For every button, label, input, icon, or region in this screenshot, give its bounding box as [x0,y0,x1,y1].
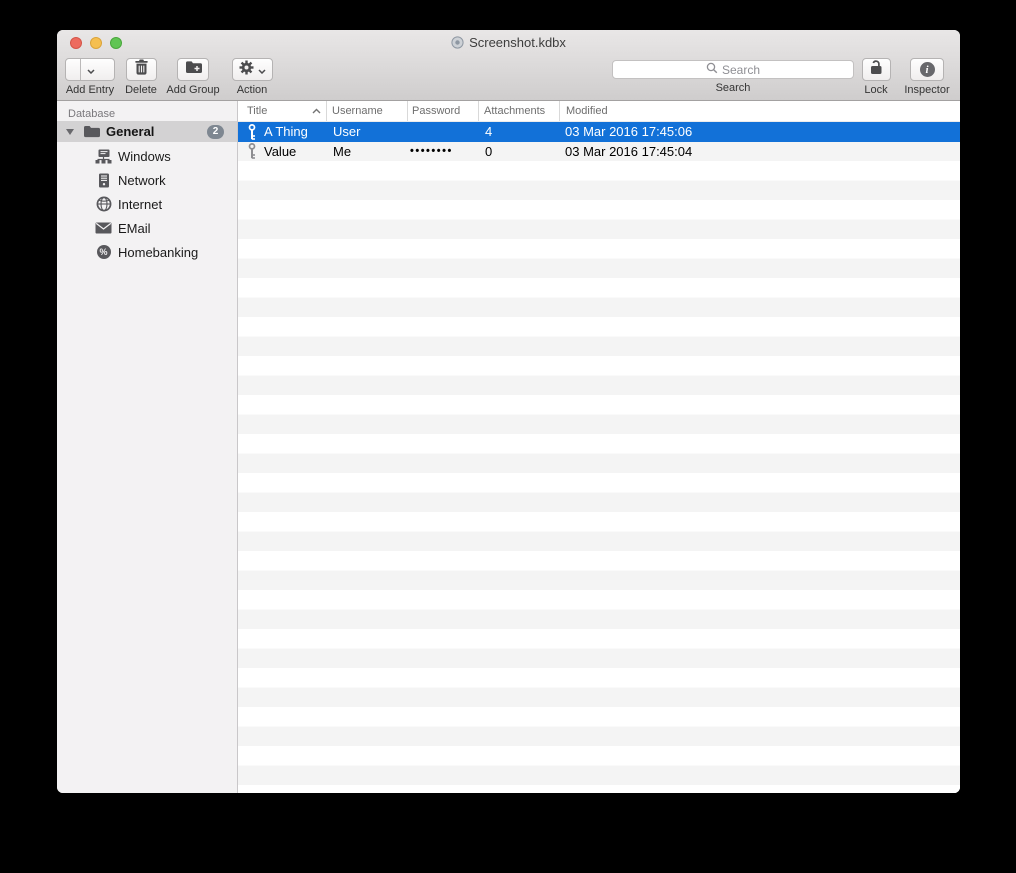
delete-item: Delete [123,58,159,96]
column-header-modified[interactable]: Modified [559,101,960,121]
inspector-label: Inspector [904,84,950,96]
table-row[interactable]: Value Me •••••••• 0 03 Mar 2016 17:45:04 [238,142,960,162]
entry-modified: 03 Mar 2016 17:45:04 [565,143,693,159]
info-circle-icon: i [919,62,935,77]
entry-table: Title Username Password Attachments Modi… [238,101,960,793]
lock-item: Lock [860,58,892,96]
add-entry-dropdown-segment[interactable] [80,59,100,80]
inspector-item: i Inspector [904,58,950,96]
sidebar-item-email[interactable]: EMail [57,216,237,240]
document-proxy-icon [451,36,464,49]
add-group-button[interactable] [177,58,209,81]
chevron-down-icon [86,61,95,79]
disclosure-triangle-icon[interactable] [66,128,74,135]
entry-password: •••••••• [410,145,453,158]
column-header-attachments[interactable]: Attachments [478,101,559,121]
sidebar-section-header: Database [68,108,116,120]
key-icon [247,123,257,140]
main-area: Database General 2 Windows Network Inter… [57,101,960,793]
envelope-icon [95,222,112,234]
sidebar-item-windows[interactable]: Windows [57,144,237,168]
lock-label: Lock [864,84,888,96]
column-header-username[interactable]: Username [326,101,407,121]
app-window: Screenshot.kdbx Add Entry Delete Add Gro… [57,30,960,793]
trash-icon [134,59,149,80]
folder-icon [83,125,100,138]
column-header-password[interactable]: Password [407,101,478,121]
sidebar-item-homebanking[interactable]: % Homebanking [57,240,237,264]
table-body: A Thing User 4 03 Mar 2016 17:45:06 Valu… [238,122,960,793]
titlebar: Screenshot.kdbx [57,35,960,50]
entry-count-badge: 2 [207,124,224,139]
search-placeholder: Search [721,62,761,77]
lock-button[interactable] [861,58,891,81]
window-header: Screenshot.kdbx Add Entry Delete Add Gro… [57,30,960,153]
gear-icon [239,60,254,80]
sort-ascending-icon [312,108,321,114]
sidebar-item-general[interactable]: General 2 [57,121,237,142]
sidebar-item-label: General [106,124,155,139]
window-title: Screenshot.kdbx [469,35,566,50]
search-input[interactable]: Search [612,60,854,79]
sidebar-item-label: EMail [118,220,151,236]
entry-attachments: 0 [485,143,493,159]
sidebar-item-label: Homebanking [118,244,199,260]
magnifier-icon [706,62,718,77]
sidebar-item-network[interactable]: Network [57,168,237,192]
sidebar-item-label: Internet [118,196,163,212]
search-item: Search Search [612,58,854,94]
sidebar: Database General 2 Windows Network Inter… [57,101,238,793]
add-group-label: Add Group [166,84,220,96]
folder-plus-icon [185,60,202,79]
entry-password [407,122,478,142]
column-header-title[interactable]: Title [238,101,326,121]
delete-label: Delete [125,84,157,96]
add-entry-button[interactable] [65,58,115,153]
table-row[interactable]: A Thing User 4 03 Mar 2016 17:45:06 [238,122,960,142]
sidebar-item-internet[interactable]: Internet [57,192,237,216]
entry-title: A Thing [264,124,308,140]
open-padlock-icon [869,59,883,80]
entry-title: Value [264,143,297,159]
action-button[interactable] [231,58,273,81]
chevron-down-icon [257,61,266,79]
entry-attachments: 4 [485,124,493,140]
key-icon [247,143,257,160]
delete-button[interactable] [125,58,157,81]
entry-username: Me [333,143,352,159]
add-group-item: Add Group [162,58,224,96]
sidebar-children: Windows Network Internet EMail % Homeban… [57,144,237,264]
network-server-icon [95,173,112,188]
add-entry-label: Add Entry [65,84,115,96]
search-label: Search [715,82,751,94]
table-header: Title Username Password Attachments Modi… [238,101,960,122]
windows-icon [95,149,112,164]
entry-username: User [333,124,361,140]
add-entry-item: Add Entry [61,58,119,153]
action-label: Action [236,84,268,96]
action-item: Action [230,58,274,96]
percent-icon: % [95,245,112,259]
globe-icon [95,196,112,212]
entry-modified: 03 Mar 2016 17:45:06 [565,124,693,140]
sidebar-item-label: Windows [118,148,171,164]
inspector-button[interactable]: i [910,58,944,81]
sidebar-item-label: Network [118,172,166,188]
toolbar: Add Entry Delete Add Group Action Search… [57,56,960,153]
